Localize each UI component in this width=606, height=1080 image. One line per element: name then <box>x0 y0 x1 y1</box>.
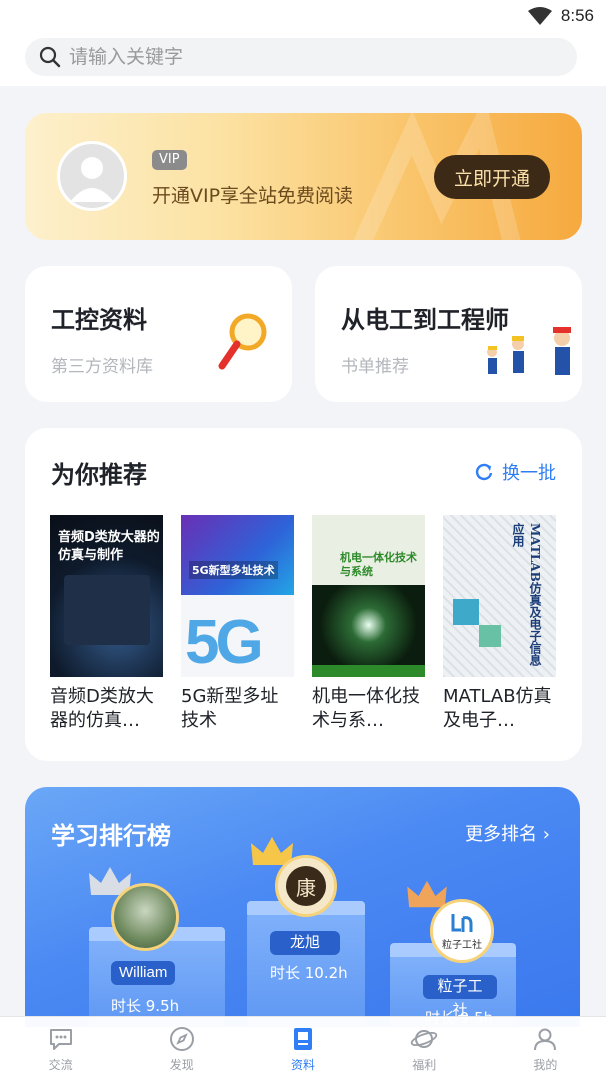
nav-item-welfare[interactable]: 福利 <box>364 1017 485 1080</box>
cover-title: 音频D类放大器的仿真与制作 <box>58 530 160 563</box>
planet-icon <box>410 1029 438 1048</box>
cover-title: 机电一体化技术与系统 <box>340 551 417 578</box>
section-title: 为你推荐 <box>51 461 147 489</box>
vip-promo-text: 开通VIP享全站免费阅读 <box>152 185 354 207</box>
nav-item-chat[interactable]: 交流 <box>0 1017 121 1080</box>
card-electrician-to-engineer[interactable]: 从电工到工程师 书单推荐 <box>315 266 582 402</box>
magnifier-icon <box>218 313 267 370</box>
nav-label: 我的 <box>533 1057 558 1072</box>
book-item[interactable]: 机电一体化技术与系统 机电一体化技术与系… <box>312 515 425 735</box>
nav-label: 资料 <box>291 1057 316 1072</box>
cover-5g-graphic: 5G <box>185 608 264 677</box>
card-subtitle: 书单推荐 <box>341 357 409 377</box>
workers-illustration-icon <box>487 327 571 375</box>
book-item[interactable]: 音频D类放大器的仿真与制作 音频D类放大器的仿真… <box>50 515 163 735</box>
book-title: MATLAB仿真及电子… <box>443 686 552 731</box>
avatar[interactable]: 康 <box>275 855 337 917</box>
book-icon <box>294 1027 312 1050</box>
refresh-icon <box>475 463 493 481</box>
nav-item-profile[interactable]: 我的 <box>485 1017 606 1080</box>
section-title: 学习排行榜 <box>51 822 171 850</box>
search-input[interactable] <box>69 40 549 74</box>
compass-icon <box>169 1026 194 1051</box>
vip-banner[interactable]: VIP 开通VIP享全站免费阅读 立即开通 <box>25 113 582 240</box>
bottom-nav: 交流 发现 资料 福利 我的 <box>0 1016 606 1080</box>
header <box>0 32 606 86</box>
avatar[interactable] <box>57 141 127 211</box>
user-icon <box>534 1028 557 1050</box>
avatar[interactable]: 粒子工社 <box>430 899 494 963</box>
avatar[interactable] <box>111 883 179 951</box>
rank-name-first: 龙旭 <box>270 931 340 955</box>
status-time: 8:56 <box>560 6 594 25</box>
book-cover: 5G新型多址技术 5G <box>181 515 294 677</box>
book-cover: 音频D类放大器的仿真与制作 <box>50 515 163 677</box>
search-icon <box>39 46 61 68</box>
nav-label: 福利 <box>412 1057 437 1072</box>
book-item[interactable]: MATLAB仿真及电子信息应用 MATLAB仿真及电子… <box>443 515 556 735</box>
open-vip-button[interactable]: 立即开通 <box>434 155 550 199</box>
avatar-char: 康 <box>286 866 326 906</box>
cover-square <box>453 599 479 625</box>
nav-label: 发现 <box>169 1057 194 1072</box>
default-avatar-icon <box>70 157 114 202</box>
wifi-icon <box>528 7 552 25</box>
book-title: 音频D类放大器的仿真… <box>50 686 154 731</box>
rank-time-second: 时长 9.5h <box>111 997 180 1015</box>
book-title: 机电一体化技术与系… <box>312 686 420 731</box>
search-box[interactable] <box>25 38 577 76</box>
rank-name-second: William <box>111 961 175 985</box>
refresh-label: 换一批 <box>502 463 556 484</box>
ranking-section: 学习排行榜 更多排名 › 康 粒子工社 William 时长 9.5h 龙旭 时… <box>25 787 580 1027</box>
cover-image <box>312 585 425 665</box>
rank-time-first: 时长 10.2h <box>270 964 348 982</box>
cover-title: 5G新型多址技术 <box>189 561 278 579</box>
nav-label: 交流 <box>48 1057 73 1072</box>
refresh-button[interactable]: 换一批 <box>474 459 556 485</box>
more-ranking-link[interactable]: 更多排名 › <box>465 820 550 846</box>
avatar-text: 粒子工社 <box>442 939 482 951</box>
cover-title: MATLAB仿真及电子信息应用 <box>511 523 542 666</box>
amplifier-image <box>64 575 150 645</box>
book-item[interactable]: 5G新型多址技术 5G 5G新型多址技术 <box>181 515 294 735</box>
nav-item-discover[interactable]: 发现 <box>121 1017 242 1080</box>
cover-band <box>181 515 294 595</box>
nav-item-materials[interactable]: 资料 <box>242 1017 363 1080</box>
book-cover: 机电一体化技术与系统 <box>312 515 425 677</box>
status-bar: 8:56 <box>0 0 606 32</box>
book-cover: MATLAB仿真及电子信息应用 <box>443 515 556 677</box>
card-subtitle: 第三方资料库 <box>51 357 153 377</box>
more-ranking-label: 更多排名 <box>465 824 538 845</box>
cover-footer <box>312 665 425 677</box>
chat-icon <box>49 1028 72 1050</box>
recommend-section: 为你推荐 换一批 音频D类放大器的仿真与制作 音频D类放大器的仿真… 5G新型多… <box>25 428 582 761</box>
vip-badge: VIP <box>152 150 187 170</box>
card-title: 工控资料 <box>51 306 147 334</box>
book-title: 5G新型多址技术 <box>181 686 279 731</box>
chevron-right-icon: › <box>542 824 550 845</box>
cover-square <box>479 625 501 647</box>
card-industrial-control[interactable]: 工控资料 第三方资料库 <box>25 266 292 402</box>
rank-name-third: 粒子工社 <box>423 975 497 1019</box>
lizi-logo-icon <box>451 913 473 932</box>
